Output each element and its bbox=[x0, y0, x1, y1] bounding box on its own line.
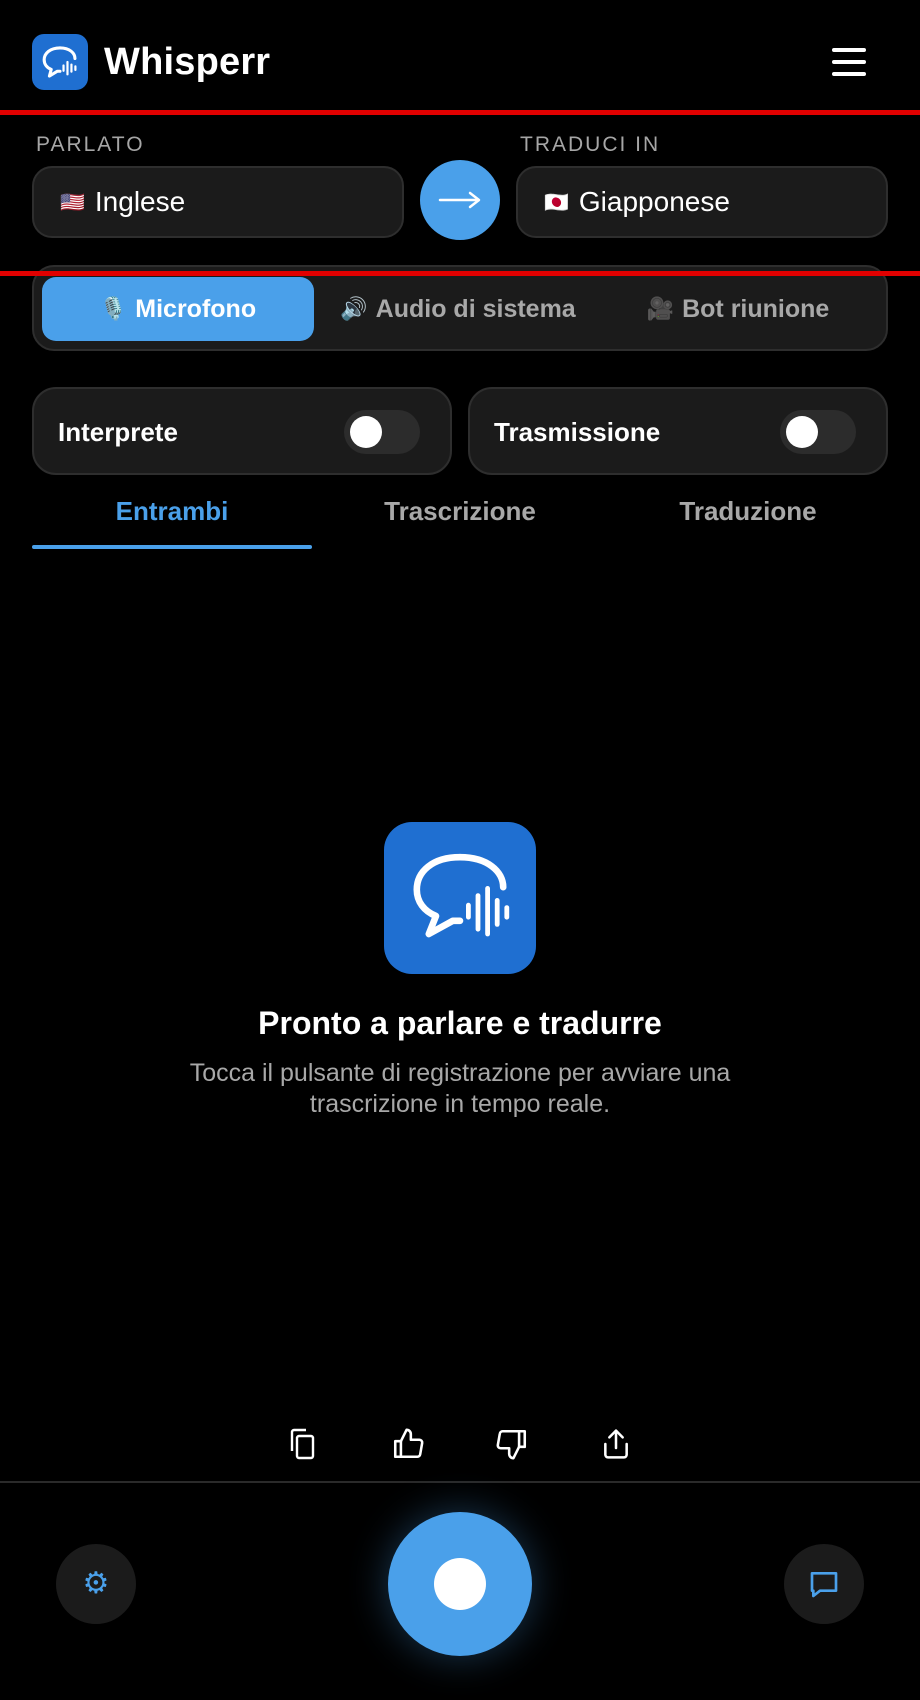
swap-languages-button[interactable] bbox=[420, 160, 500, 240]
source-language-value: Inglese bbox=[94, 186, 186, 217]
source-tab-system-audio[interactable]: 🔊 Audio di sistema bbox=[322, 277, 594, 341]
record-dot-icon bbox=[434, 1558, 486, 1610]
speech-bubble-waveform-icon bbox=[384, 822, 536, 974]
hamburger-menu-icon[interactable] bbox=[826, 44, 872, 80]
arrow-right-icon bbox=[438, 191, 481, 209]
share-icon[interactable] bbox=[594, 1422, 638, 1466]
microphone-icon: 🎙️ bbox=[99, 296, 128, 321]
record-button[interactable] bbox=[388, 1512, 532, 1656]
source-tab-label: Bot riunione bbox=[682, 294, 830, 323]
audio-source-selector: 🎙️ Microfono 🔊 Audio di sistema 🎥 Bot ri… bbox=[32, 265, 888, 351]
speaker-icon: 🔊 bbox=[340, 296, 368, 321]
target-language-label: TRADUCI IN bbox=[520, 133, 661, 156]
active-tab-indicator bbox=[32, 545, 312, 549]
video-camera-icon: 🎥 bbox=[646, 296, 675, 321]
empty-state-title: Pronto a parlare e tradurre bbox=[258, 1005, 662, 1041]
app-logo-icon bbox=[32, 34, 88, 90]
chat-bubble-icon bbox=[810, 1572, 838, 1598]
jp-flag-icon: 🇯🇵 bbox=[544, 191, 569, 214]
target-language-value: Giapponese bbox=[578, 186, 730, 217]
us-flag-icon: 🇺🇸 bbox=[60, 191, 85, 214]
source-tab-microphone[interactable]: 🎙️ Microfono bbox=[42, 277, 314, 341]
thumbs-up-icon[interactable] bbox=[386, 1422, 430, 1466]
interpreter-toggle-card: Interprete bbox=[32, 387, 452, 475]
tab-translation[interactable]: Traduzione bbox=[604, 496, 892, 527]
interpreter-label: Interprete bbox=[58, 417, 178, 447]
marker-line-top bbox=[0, 110, 920, 115]
empty-state-description: Tocca il pulsante di registrazione per a… bbox=[189, 1059, 731, 1118]
gear-icon: ⚙ bbox=[82, 1567, 110, 1600]
source-language-select[interactable]: 🇺🇸 Inglese bbox=[32, 166, 404, 238]
chat-button[interactable] bbox=[784, 1544, 864, 1624]
broadcast-switch[interactable] bbox=[780, 410, 856, 454]
copy-icon[interactable] bbox=[280, 1422, 324, 1466]
interpreter-switch[interactable] bbox=[344, 410, 420, 454]
source-tab-label: Audio di sistema bbox=[375, 294, 576, 323]
broadcast-toggle-card: Trasmissione bbox=[468, 387, 888, 475]
bottom-divider bbox=[0, 1481, 920, 1483]
target-language-select[interactable]: 🇯🇵 Giapponese bbox=[516, 166, 888, 238]
source-tab-label: Microfono bbox=[135, 294, 257, 323]
broadcast-label: Trasmissione bbox=[494, 417, 661, 447]
app-title: Whisperr bbox=[104, 41, 271, 83]
tab-both[interactable]: Entrambi bbox=[28, 496, 316, 527]
marker-line-bottom bbox=[0, 271, 920, 276]
source-language-label: PARLATO bbox=[36, 133, 145, 156]
thumbs-down-icon[interactable] bbox=[490, 1422, 534, 1466]
tab-transcription[interactable]: Trascrizione bbox=[316, 496, 604, 527]
settings-button[interactable]: ⚙ bbox=[56, 1544, 136, 1624]
source-tab-meeting-bot[interactable]: 🎥 Bot riunione bbox=[602, 277, 874, 341]
